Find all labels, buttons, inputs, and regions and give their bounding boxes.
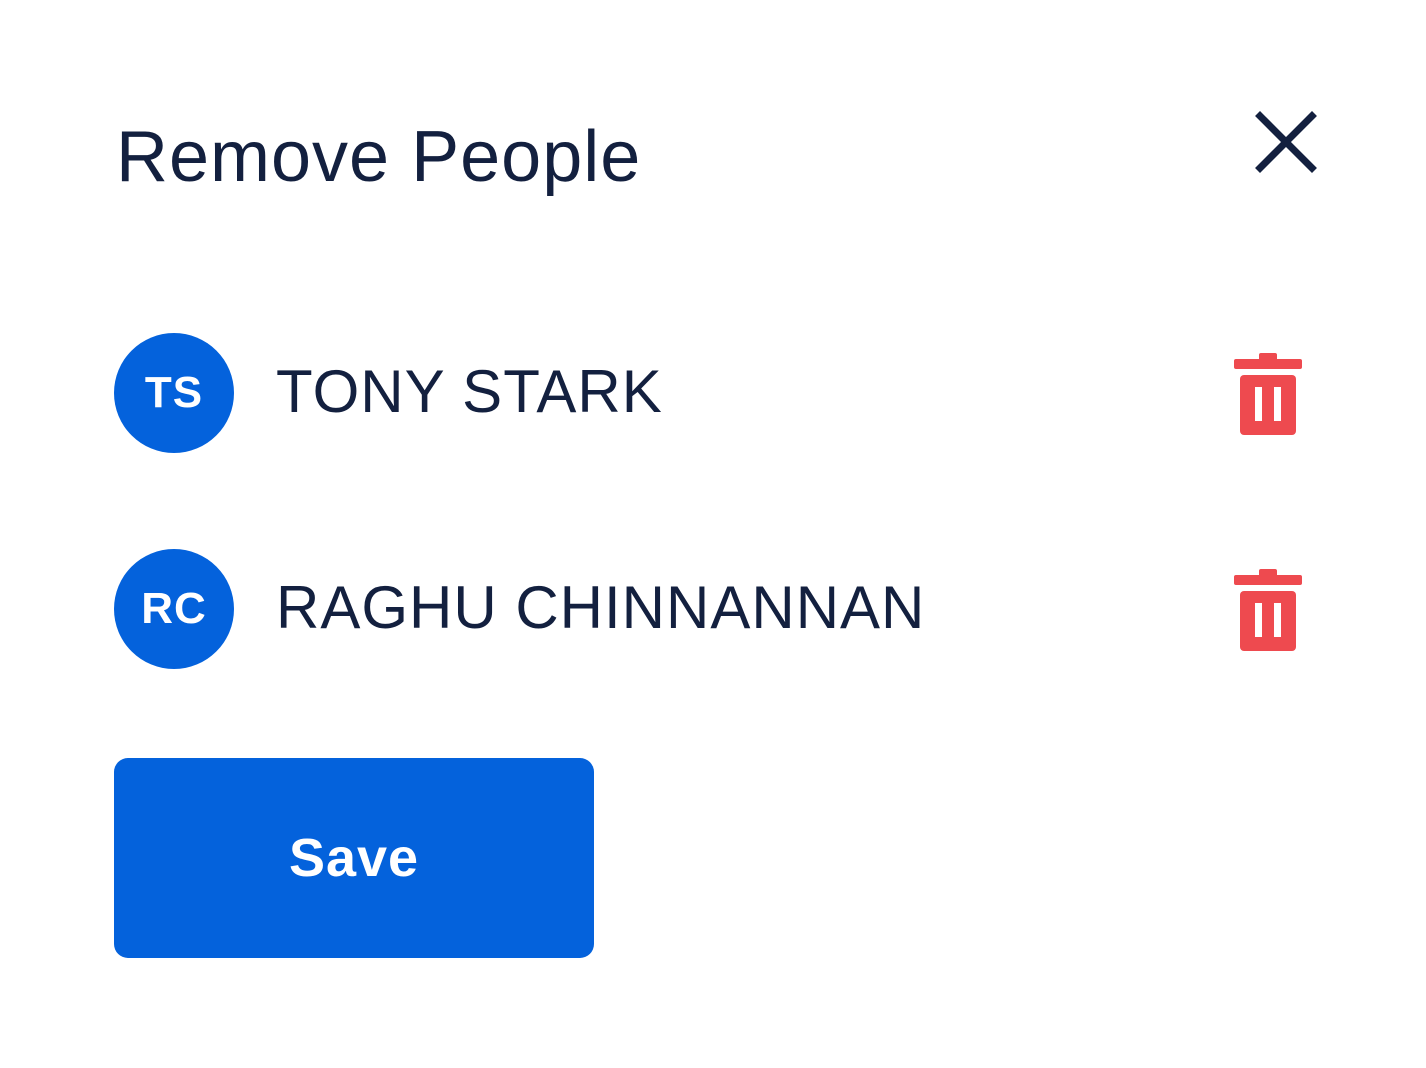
remove-person-button[interactable] <box>1226 565 1310 655</box>
person-row: TS TONY STARK <box>0 333 1426 455</box>
person-name: TONY STARK <box>276 358 663 425</box>
person-row: RC RAGHU CHINNANNAN <box>0 549 1426 671</box>
avatar-initials: TS <box>144 368 204 417</box>
remove-person-button[interactable] <box>1226 349 1310 439</box>
trash-icon <box>1226 565 1310 655</box>
avatar: TS <box>114 333 234 453</box>
close-button[interactable] <box>1250 106 1322 178</box>
avatar-initials: RC <box>141 584 207 633</box>
close-icon <box>1250 106 1322 178</box>
dialog-title: Remove People <box>116 117 642 197</box>
avatar: RC <box>114 549 234 669</box>
remove-people-dialog: Remove People TS TONY STARK RC RAGHU CHI… <box>0 0 1426 1068</box>
person-name: RAGHU CHINNANNAN <box>276 574 926 641</box>
save-button[interactable]: Save <box>114 758 594 958</box>
trash-icon <box>1226 349 1310 439</box>
